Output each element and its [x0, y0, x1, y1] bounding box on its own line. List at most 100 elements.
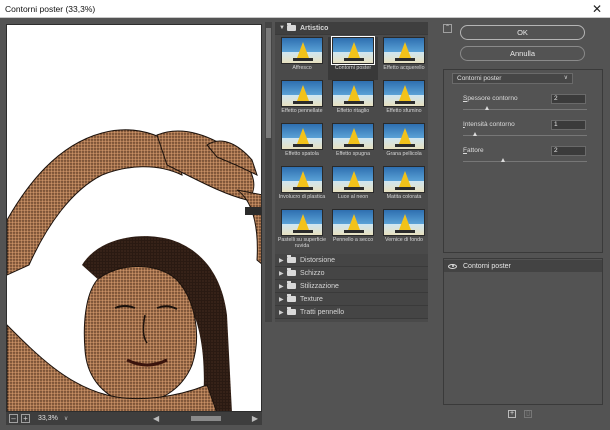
folder-artistico[interactable]: ▼ Artistico: [275, 22, 428, 35]
folder-icon: [287, 268, 296, 276]
filter-thumbnail-label: Affresco: [292, 65, 312, 71]
param-value-input[interactable]: 1: [551, 120, 586, 130]
filter-thumbnail[interactable]: Matita colorata: [379, 166, 429, 209]
new-layer-icon[interactable]: +: [508, 410, 516, 418]
zoom-out-button[interactable]: –: [9, 414, 18, 423]
folder-icon: [287, 307, 296, 315]
filter-thumbnail[interactable]: Effetto spugna: [328, 123, 378, 166]
filter-thumbnail[interactable]: Effetto acquerello: [379, 37, 429, 80]
eye-icon[interactable]: [448, 263, 457, 269]
folder-row[interactable]: ▶ Stilizzazione: [275, 280, 428, 293]
filter-thumbnail-label: Effetto spatola: [285, 151, 319, 157]
param-slider-knob[interactable]: [501, 158, 506, 162]
filter-thumbnail-image: [383, 209, 425, 236]
filter-gallery: ▼ Artistico Affresco Contorni poster Effet…: [275, 22, 428, 322]
horizontal-scrollbar[interactable]: ◀ ▶: [153, 414, 258, 423]
sailboat-icon: [348, 171, 360, 187]
filter-thumbnail[interactable]: Luce al neon: [328, 166, 378, 209]
filter-thumbnail[interactable]: Grana pellicola: [379, 123, 429, 166]
cancel-button[interactable]: Annulla: [460, 46, 585, 61]
sailboat-icon: [348, 42, 360, 58]
chevron-down-icon[interactable]: ∨: [64, 415, 68, 422]
thumbnail-grid: Affresco Contorni poster Effetto acquerell…: [275, 35, 428, 254]
chevron-right-icon: ▶: [279, 257, 284, 264]
folder-icon: [287, 294, 296, 302]
sailboat-icon: [399, 171, 411, 187]
filter-thumbnail[interactable]: Vernice di fondo: [379, 209, 429, 252]
sailboat-icon: [297, 85, 309, 101]
sailboat-icon: [348, 214, 360, 230]
filter-select[interactable]: Contorni poster ∨: [452, 73, 573, 84]
zoom-in-button[interactable]: +: [21, 414, 30, 423]
filter-thumbnail[interactable]: Pennello a secco: [328, 209, 378, 252]
param-slider-group: Intensità contorno 1: [463, 120, 588, 145]
filter-thumbnail-image: [281, 80, 323, 107]
filter-settings: Contorni poster ∨ Spessore contorno 2 Inte…: [443, 69, 603, 253]
param-label: Spessore contorno: [463, 95, 518, 102]
layer-row[interactable]: Contorni poster: [444, 260, 602, 272]
folder-row[interactable]: ▶ Schizzo: [275, 267, 428, 280]
boat-hull: [344, 144, 364, 147]
sailboat-icon: [297, 128, 309, 144]
filter-select-value: Contorni poster: [457, 75, 502, 82]
chevron-down-icon: ▼: [279, 25, 285, 31]
close-icon[interactable]: ✕: [592, 0, 602, 18]
param-slider-track[interactable]: [463, 109, 587, 110]
collapse-gallery-icon[interactable]: ⌃: [443, 24, 452, 33]
filter-thumbnail[interactable]: Effetto ritaglio: [328, 80, 378, 123]
folder-row[interactable]: ▶ Texture: [275, 293, 428, 306]
effect-layers: Contorni poster: [443, 258, 603, 405]
param-slider-knob[interactable]: [472, 132, 477, 136]
filter-thumbnail-image: [281, 166, 323, 193]
gallery-scrollbar[interactable]: [265, 22, 272, 322]
sailboat-icon: [297, 171, 309, 187]
scroll-right-icon[interactable]: ▶: [252, 414, 258, 423]
param-value-input[interactable]: 2: [551, 94, 586, 104]
sailboat-icon: [297, 214, 309, 230]
boat-hull: [395, 144, 415, 147]
filter-thumbnail-image: [332, 166, 374, 193]
preview-canvas[interactable]: [6, 24, 262, 412]
preview-image: [7, 129, 261, 411]
param-slider-track[interactable]: [463, 135, 587, 136]
filter-thumbnail[interactable]: Effetto spatola: [277, 123, 327, 166]
chevron-right-icon: ▶: [279, 270, 284, 277]
param-slider-knob[interactable]: [485, 106, 490, 110]
layer-actions: + ▯: [508, 410, 532, 418]
folder-label: Artistico: [300, 24, 329, 32]
filter-thumbnail-image: [332, 80, 374, 107]
boat-hull: [395, 101, 415, 104]
filter-thumbnail[interactable]: Pastelli su superficie ruvida: [277, 209, 327, 252]
filter-thumbnail[interactable]: Effetto sfumino: [379, 80, 429, 123]
trash-icon[interactable]: ▯: [524, 410, 532, 418]
folder-row[interactable]: ▶ Distorsione: [275, 254, 428, 267]
title-bar: Contorni poster (33,3%) ✕: [0, 0, 610, 18]
folder-label: Tratti pennello: [300, 308, 345, 316]
filter-thumbnail[interactable]: Affresco: [277, 37, 327, 80]
boat-hull: [395, 230, 415, 233]
filter-thumbnail-image: [281, 37, 323, 64]
window-title: Contorni poster (33,3%): [5, 4, 96, 14]
scroll-left-icon[interactable]: ◀: [153, 414, 159, 423]
param-value-input[interactable]: 2: [551, 146, 586, 156]
boat-hull: [293, 101, 313, 104]
boat-hull: [344, 58, 364, 61]
param-slider-group: Spessore contorno 2: [463, 94, 588, 119]
filter-thumbnail[interactable]: Involucro di plastica: [277, 166, 327, 209]
filter-thumbnail[interactable]: Effetto pennellate: [277, 80, 327, 123]
boat-hull: [395, 58, 415, 61]
filter-thumbnail[interactable]: Contorni poster: [328, 36, 378, 80]
param-slider-track[interactable]: [463, 161, 587, 162]
folder-row[interactable]: ▶ Tratti pennello: [275, 306, 428, 319]
ok-button[interactable]: OK: [460, 25, 585, 40]
gallery-scroll-thumb[interactable]: [266, 28, 271, 138]
filter-thumbnail-image: [383, 123, 425, 150]
filter-thumbnail-label: Pennello a secco: [332, 237, 374, 243]
filter-thumbnail-label: Pastelli su superficie ruvida: [277, 237, 327, 249]
zoom-level[interactable]: 33,3%: [38, 415, 58, 422]
filter-thumbnail-label: Involucro di plastica: [278, 194, 326, 200]
folder-icon: [287, 255, 296, 263]
boat-hull: [293, 58, 313, 61]
scroll-thumb[interactable]: [191, 416, 221, 421]
filter-thumbnail-label: Effetto ritaglio: [336, 108, 370, 114]
